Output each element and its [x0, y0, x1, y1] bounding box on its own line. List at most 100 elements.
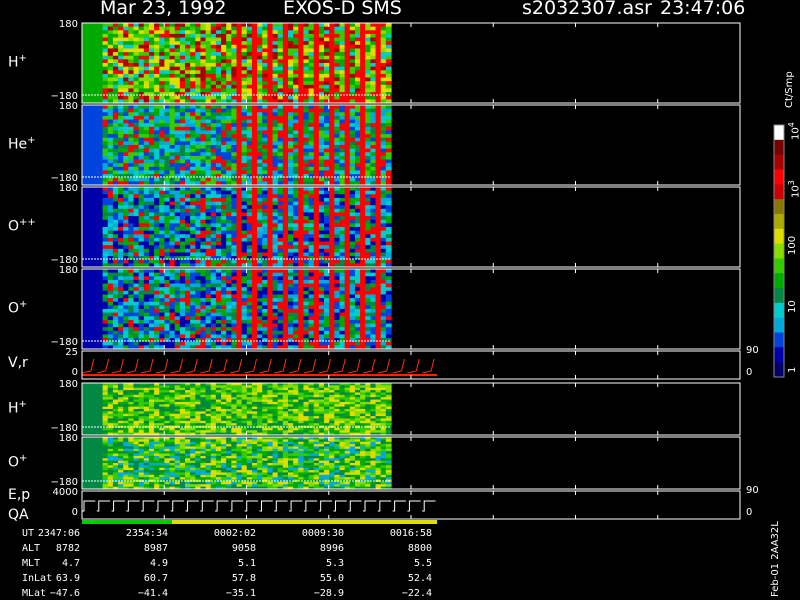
heatmap-cell: [360, 77, 366, 82]
heatmap-cell: [174, 330, 181, 336]
heatmap-cell: [138, 81, 145, 86]
heatmap-cell: [205, 48, 212, 53]
heatmap-cell: [226, 152, 232, 157]
heatmap-cell: [154, 330, 160, 336]
heatmap-cell: [118, 248, 124, 254]
heatmap-cell: [143, 205, 150, 210]
heatmap-cell: [231, 219, 238, 224]
heatmap-cell: [267, 219, 274, 224]
heatmap-cell: [215, 141, 222, 146]
heatmap-cell: [164, 88, 171, 93]
heatmap-cell: [97, 230, 104, 235]
heatmap-cell: [288, 95, 294, 100]
heatmap-cell: [164, 148, 171, 153]
heatmap-cell: [159, 48, 165, 53]
heatmap-cell: [360, 190, 366, 195]
heatmap-cell: [318, 166, 325, 172]
heatmap-cell: [179, 283, 186, 288]
heatmap-cell: [200, 88, 207, 93]
heatmap-cell: [97, 95, 104, 100]
heatmap-cell: [215, 70, 222, 75]
heatmap-cell: [112, 108, 119, 113]
heatmap-cell: [102, 290, 109, 296]
heatmap-cell: [251, 259, 258, 264]
heatmap-cell: [298, 245, 305, 250]
heatmap-cell: [349, 219, 356, 224]
heatmap-cell: [210, 327, 217, 332]
heatmap-cell: [143, 276, 150, 281]
heatmap-cell: [324, 205, 330, 210]
heatmap-cell: [215, 155, 222, 161]
heatmap-cell: [123, 298, 129, 303]
heatmap-cell: [148, 88, 155, 93]
heatmap-cell: [190, 26, 196, 31]
heatmap-cell: [370, 66, 377, 71]
heatmap-cell: [190, 334, 196, 339]
heatmap-cell: [190, 105, 196, 110]
heatmap-cell: [231, 159, 238, 164]
heatmap-cell: [118, 63, 124, 68]
heatmap-cell: [329, 59, 335, 64]
heatmap-cell: [313, 159, 320, 164]
heatmap-cell: [92, 37, 99, 42]
heatmap-cell: [154, 234, 160, 239]
heatmap-cell: [102, 30, 109, 35]
heatmap-cell: [123, 237, 129, 243]
heatmap-cell: [246, 130, 253, 135]
heatmap-cell: [236, 48, 243, 53]
heatmap-cell: [257, 256, 263, 261]
heatmap-cell: [370, 130, 377, 135]
heatmap-cell: [133, 159, 140, 164]
heatmap-cell: [246, 115, 253, 121]
heatmap-cell: [107, 26, 114, 31]
heatmap-cell: [293, 197, 299, 203]
heatmap-cell: [185, 283, 191, 288]
heatmap-cell: [205, 216, 212, 221]
heatmap-cell: [334, 52, 341, 57]
heatmap-cell: [205, 55, 212, 60]
heatmap-cell: [282, 159, 289, 164]
heatmap-cell: [148, 55, 155, 60]
heatmap-cell: [385, 105, 392, 110]
heatmap-cell: [318, 77, 325, 82]
heatmap-cell: [210, 237, 217, 243]
heatmap-cell: [288, 52, 294, 57]
heatmap-cell: [210, 84, 217, 90]
heatmap-cell: [375, 33, 382, 39]
heatmap-cell: [174, 141, 181, 146]
heatmap-cell: [313, 141, 320, 146]
heatmap-cell: [112, 219, 119, 224]
panel-1: [81, 22, 741, 104]
heatmap-cell: [277, 105, 284, 110]
heatmap-cell: [241, 119, 248, 124]
heatmap-cell: [215, 197, 222, 203]
heatmap-cell: [236, 63, 243, 68]
heatmap-cell: [143, 81, 150, 86]
heatmap-cell: [154, 245, 160, 250]
heatmap-cell: [360, 227, 366, 232]
heatmap-cell: [334, 112, 341, 117]
heatmap-cell: [339, 115, 346, 121]
heatmap-cell: [179, 194, 186, 199]
heatmap-cell: [169, 119, 176, 124]
heatmap-cell: [334, 145, 341, 150]
heatmap-cell: [385, 81, 392, 86]
heatmap-cell: [221, 227, 227, 232]
heatmap-cell: [293, 298, 299, 303]
heatmap-cell: [92, 141, 99, 146]
heatmap-cell: [354, 227, 361, 232]
heatmap-cell: [128, 208, 135, 214]
heatmap-cell: [267, 190, 274, 195]
heatmap-cell: [92, 190, 99, 195]
heatmap-cell: [87, 108, 93, 113]
heatmap-cell: [215, 237, 222, 243]
heatmap-cell: [143, 63, 150, 68]
heatmap-cell: [221, 283, 227, 288]
heatmap-cell: [123, 294, 129, 299]
heatmap-cell: [107, 84, 114, 90]
heatmap-cell: [298, 23, 305, 28]
heatmap-cell: [107, 294, 114, 299]
heatmap-cell: [107, 341, 114, 346]
heatmap-cell: [154, 327, 160, 332]
heatmap-cell: [221, 26, 227, 31]
